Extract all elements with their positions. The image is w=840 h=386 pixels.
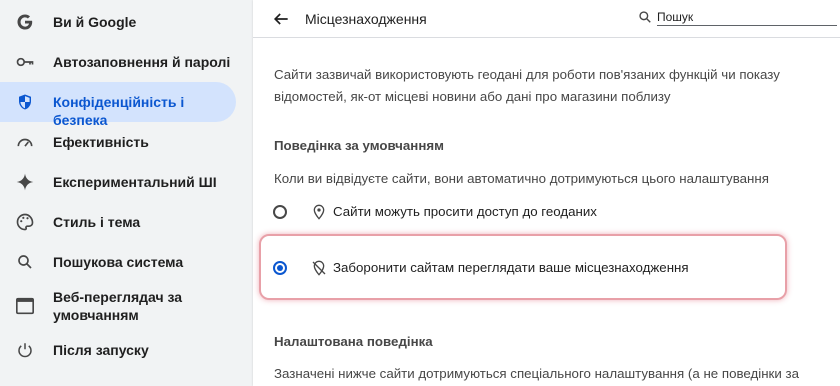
radio-block-location[interactable] bbox=[273, 261, 287, 275]
divider bbox=[253, 37, 840, 38]
sidebar-item-privacy-security[interactable]: Конфіденційність і безпека bbox=[0, 82, 236, 128]
sidebar-item-label: Ефективність bbox=[53, 134, 149, 150]
radio-ask-location[interactable] bbox=[273, 205, 287, 219]
sidebar-item-performance[interactable]: Ефективність bbox=[0, 124, 236, 160]
option-label: Сайти можуть просити доступ до геоданих bbox=[333, 204, 597, 219]
page-description: Сайти зазвичай використовують геодані дл… bbox=[274, 67, 780, 104]
key-icon bbox=[14, 51, 36, 73]
page-title: Місцезнаходження bbox=[305, 11, 427, 27]
custom-behavior-subtext: Зазначені нижче сайти дотримуються спеці… bbox=[274, 366, 799, 381]
google-g-icon bbox=[14, 11, 36, 33]
palette-icon bbox=[14, 211, 36, 233]
default-behavior-subtext: Коли ви відвідуєте сайти, вони автоматич… bbox=[274, 171, 769, 186]
sidebar-item-appearance[interactable]: Стиль і тема bbox=[0, 204, 236, 240]
sidebar-item-autofill[interactable]: Автозаповнення й паролі bbox=[0, 44, 236, 80]
sidebar-item-you-and-google[interactable]: Ви й Google bbox=[0, 4, 236, 40]
back-button[interactable] bbox=[271, 9, 291, 29]
search-icon bbox=[14, 251, 36, 273]
shield-icon bbox=[14, 91, 36, 113]
sidebar-item-label: Ви й Google bbox=[53, 14, 137, 30]
browser-window-icon bbox=[14, 295, 36, 317]
search-input[interactable] bbox=[657, 9, 837, 26]
location-pin-icon bbox=[311, 204, 327, 220]
arrow-back-icon bbox=[273, 13, 288, 25]
option-label: Заборонити сайтам переглядати ваше місце… bbox=[333, 260, 689, 275]
sidebar-item-default-browser[interactable]: Веб-переглядач за умовчанням bbox=[0, 284, 236, 328]
location-off-icon bbox=[311, 260, 327, 276]
sidebar-item-label: Автозаповнення й паролі bbox=[53, 54, 231, 70]
default-behavior-heading: Поведінка за умовчанням bbox=[274, 138, 444, 153]
location-settings-panel: Місцезнаходження Сайти зазвичай використ… bbox=[253, 0, 840, 386]
sparkle-icon bbox=[14, 171, 36, 193]
sidebar-item-label: Стиль і тема bbox=[53, 214, 141, 230]
sidebar-item-search-engine[interactable]: Пошукова система bbox=[0, 244, 236, 280]
sidebar-item-label: Пошукова система bbox=[53, 254, 184, 270]
sidebar-item-label: Веб-переглядач за умовчанням bbox=[53, 289, 183, 323]
search-icon bbox=[638, 10, 654, 26]
speedometer-icon bbox=[14, 131, 36, 153]
sidebar: Ви й Google Автозаповнення й паролі Конф… bbox=[0, 0, 240, 386]
option-ask-location[interactable]: Сайти можуть просити доступ до геоданих bbox=[271, 203, 811, 225]
custom-behavior-heading: Налаштована поведінка bbox=[274, 334, 433, 349]
sidebar-item-label: Після запуску bbox=[53, 342, 149, 358]
option-block-location[interactable]: Заборонити сайтам переглядати ваше місце… bbox=[271, 259, 811, 281]
power-icon bbox=[14, 339, 36, 361]
sidebar-item-label: Експериментальний ШІ bbox=[53, 174, 217, 190]
sidebar-item-on-startup[interactable]: Після запуску bbox=[0, 332, 236, 368]
sidebar-item-experimental-ai[interactable]: Експериментальний ШІ bbox=[0, 164, 236, 200]
